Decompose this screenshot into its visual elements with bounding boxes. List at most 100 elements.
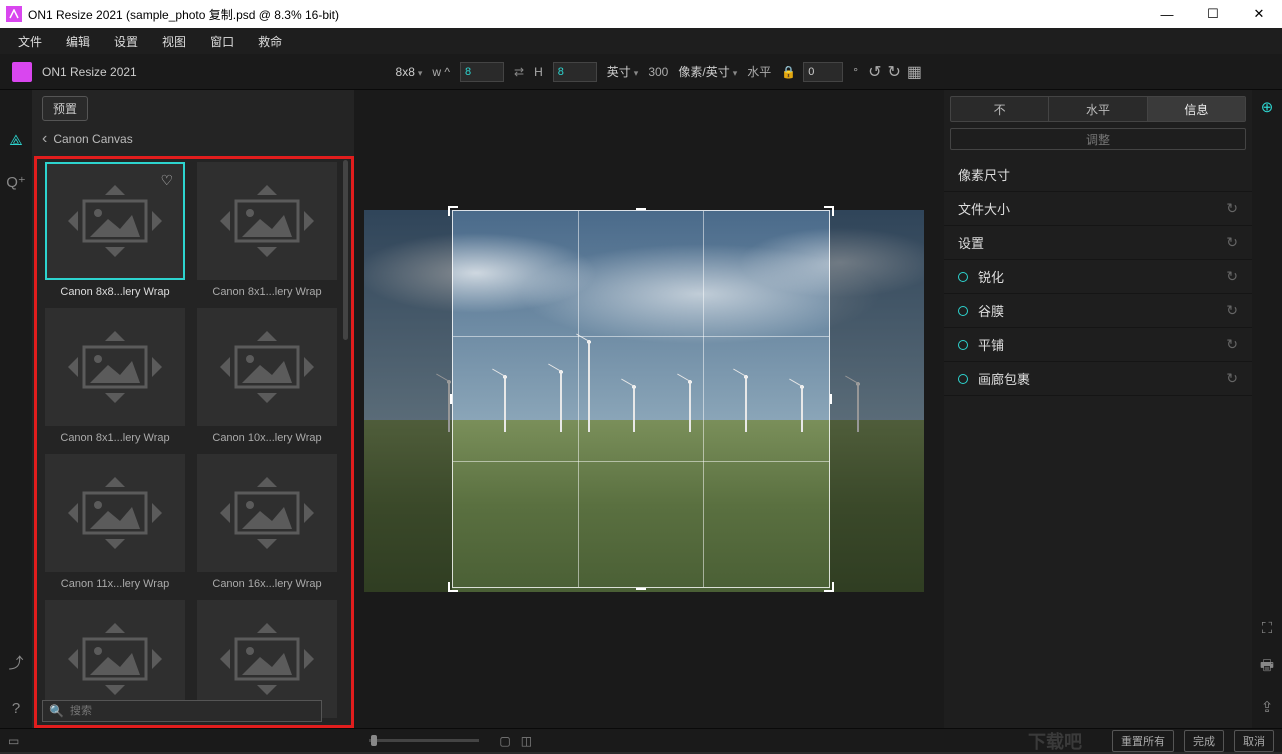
preset-item[interactable]: Canon 8x1...lery Wrap bbox=[194, 162, 340, 300]
crop-box[interactable] bbox=[452, 210, 830, 588]
crop-tool-icon[interactable]: ⟁ bbox=[4, 128, 28, 152]
search-input-row[interactable]: 🔍 bbox=[42, 700, 322, 722]
section-label: 设置 bbox=[958, 233, 984, 252]
level-input[interactable] bbox=[803, 62, 843, 82]
crop-handle-lm[interactable] bbox=[450, 394, 454, 404]
print-icon[interactable]: 🖶 bbox=[1260, 655, 1274, 680]
preset-label: Canon 10x...lery Wrap bbox=[212, 426, 321, 446]
search-icon: 🔍 bbox=[49, 704, 64, 718]
section-label: 像素尺寸 bbox=[958, 165, 1010, 184]
preset-panel: 预置 ‹ Canon Canvas ♡ Canon 8x8...lery Wrap… bbox=[32, 90, 354, 728]
preset-label: Canon 8x8...lery Wrap bbox=[60, 280, 169, 300]
grid-toggle-icon[interactable]: ▦ bbox=[907, 62, 922, 82]
scrollbar[interactable] bbox=[343, 160, 348, 340]
app-name-label: ON1 Resize 2021 bbox=[42, 65, 137, 79]
reset-icon[interactable]: ↻ bbox=[1226, 234, 1238, 251]
left-tool-strip: ⟁ Q⁺ ⤴ ? bbox=[0, 90, 32, 728]
section-label: 锐化 bbox=[978, 267, 1004, 286]
unit-dropdown[interactable]: 英寸▾ bbox=[607, 63, 639, 80]
adjust-button[interactable]: 调整 bbox=[950, 128, 1246, 150]
zoom-fit-icon[interactable]: ⊕ bbox=[1261, 98, 1274, 116]
crop-handle-rm[interactable] bbox=[828, 394, 832, 404]
section-row[interactable]: 锐化 ↻ bbox=[944, 260, 1252, 294]
back-chevron-icon[interactable]: ‹ bbox=[42, 130, 47, 148]
reset-icon[interactable]: ↻ bbox=[1226, 200, 1238, 217]
tab-info[interactable]: 信息 bbox=[1148, 97, 1245, 121]
crop-handle-tl[interactable] bbox=[448, 206, 458, 216]
help-tool-icon[interactable]: ? bbox=[4, 696, 28, 720]
tab-none[interactable]: 不 bbox=[951, 97, 1049, 121]
reset-icon[interactable]: ↻ bbox=[1226, 302, 1238, 319]
window-title: ON1 Resize 2021 (sample_photo 复制.psd @ 8… bbox=[28, 6, 339, 23]
maximize-button[interactable]: ☐ bbox=[1190, 0, 1236, 28]
crop-handle-bl[interactable] bbox=[448, 582, 458, 592]
radio-icon[interactable] bbox=[958, 374, 968, 384]
zoom-slider[interactable] bbox=[369, 739, 479, 742]
menu-edit[interactable]: 编辑 bbox=[56, 30, 100, 53]
compare-split-icon[interactable]: ◫ bbox=[521, 734, 532, 748]
section-row[interactable]: 设置 ↻ bbox=[944, 226, 1252, 260]
rotate-cw-icon[interactable]: ↻ bbox=[887, 62, 900, 82]
crop-handle-bm[interactable] bbox=[636, 586, 646, 590]
height-input[interactable] bbox=[553, 62, 597, 82]
crop-handle-tm[interactable] bbox=[636, 208, 646, 212]
breadcrumb[interactable]: ‹ Canon Canvas bbox=[32, 126, 354, 156]
reset-icon[interactable]: ↻ bbox=[1226, 370, 1238, 387]
section-row[interactable]: 像素尺寸 bbox=[944, 158, 1252, 192]
degree-label: ° bbox=[853, 65, 858, 79]
preset-item[interactable]: Canon 8x1...lery Wrap bbox=[42, 308, 188, 446]
done-button[interactable]: 完成 bbox=[1184, 730, 1224, 752]
zoom-tool-icon[interactable]: Q⁺ bbox=[4, 170, 28, 194]
width-input[interactable] bbox=[460, 62, 504, 82]
app-toolbar: ON1 Resize 2021 8x8▾ w ^ ⇄ H 英寸▾ 300 像素/… bbox=[0, 54, 1282, 90]
reset-icon[interactable]: ↻ bbox=[1226, 268, 1238, 285]
resolution-value: 300 bbox=[648, 65, 668, 79]
crop-handle-tr[interactable] bbox=[824, 206, 834, 216]
menu-bar: 文件 编辑 设置 视图 窗口 救命 bbox=[0, 28, 1282, 54]
compare-icon[interactable]: ▢ bbox=[499, 734, 510, 748]
export-icon[interactable]: ⇪ bbox=[1261, 698, 1274, 716]
reset-all-button[interactable]: 重置所有 bbox=[1112, 730, 1174, 752]
share-tool-icon[interactable]: ⤴ bbox=[4, 650, 28, 674]
cancel-button[interactable]: 取消 bbox=[1234, 730, 1274, 752]
watermark: 下载吧 bbox=[1028, 728, 1082, 754]
ratio-dropdown[interactable]: 8x8▾ bbox=[396, 65, 423, 79]
radio-icon[interactable] bbox=[958, 340, 968, 350]
height-label: H bbox=[534, 65, 543, 79]
grid-view-icon[interactable]: ▭ bbox=[8, 734, 19, 748]
bottom-bar: ▭ ▢ ◫ 下载吧 重置所有 完成 取消 bbox=[0, 728, 1282, 752]
crop-handle-br[interactable] bbox=[824, 582, 834, 592]
preset-item[interactable]: ♡ Canon 8x8...lery Wrap bbox=[42, 162, 188, 300]
section-row[interactable]: 文件大小↻ bbox=[944, 192, 1252, 226]
tab-horizontal[interactable]: 水平 bbox=[1049, 97, 1147, 121]
section-row[interactable]: 平铺↻ bbox=[944, 328, 1252, 362]
rotate-ccw-icon[interactable]: ↺ bbox=[868, 62, 881, 82]
preset-item[interactable]: Canon 10x...lery Wrap bbox=[194, 308, 340, 446]
breadcrumb-label: Canon Canvas bbox=[53, 132, 132, 146]
menu-help[interactable]: 救命 bbox=[248, 30, 292, 53]
menu-view[interactable]: 视图 bbox=[152, 30, 196, 53]
radio-icon[interactable] bbox=[958, 272, 968, 282]
expand-icon[interactable]: ⛶ bbox=[1262, 620, 1273, 637]
preset-item[interactable]: Canon 11x...lery Wrap bbox=[42, 454, 188, 592]
reset-icon[interactable]: ↻ bbox=[1226, 336, 1238, 353]
minimize-button[interactable]: — bbox=[1144, 0, 1190, 28]
right-tool-strip: ⊕ ⛶ 🖶 ⇪ bbox=[1252, 90, 1282, 728]
section-row[interactable]: 画廊包裹↻ bbox=[944, 362, 1252, 396]
canvas-area[interactable] bbox=[354, 90, 944, 728]
menu-window[interactable]: 窗口 bbox=[200, 30, 244, 53]
swap-icon[interactable]: ⇄ bbox=[514, 65, 524, 79]
close-button[interactable]: ✕ bbox=[1236, 0, 1282, 28]
section-row[interactable]: 谷膜↻ bbox=[944, 294, 1252, 328]
preset-label: Canon 8x1...lery Wrap bbox=[60, 426, 169, 446]
favorite-icon[interactable]: ♡ bbox=[160, 172, 173, 189]
preset-item[interactable]: Canon 16x...lery Wrap bbox=[194, 454, 340, 592]
radio-icon[interactable] bbox=[958, 306, 968, 316]
lock-icon[interactable]: 🔒 bbox=[781, 65, 793, 79]
search-input[interactable] bbox=[70, 705, 315, 717]
menu-settings[interactable]: 设置 bbox=[104, 30, 148, 53]
resolution-unit-dropdown[interactable]: 像素/英寸▾ bbox=[678, 63, 737, 80]
right-panel: 不 水平 信息 调整 像素尺寸文件大小↻设置↻锐化↻谷膜↻平铺↻画廊包裹↻ bbox=[944, 90, 1252, 728]
menu-file[interactable]: 文件 bbox=[8, 30, 52, 53]
preset-button[interactable]: 预置 bbox=[42, 96, 88, 121]
